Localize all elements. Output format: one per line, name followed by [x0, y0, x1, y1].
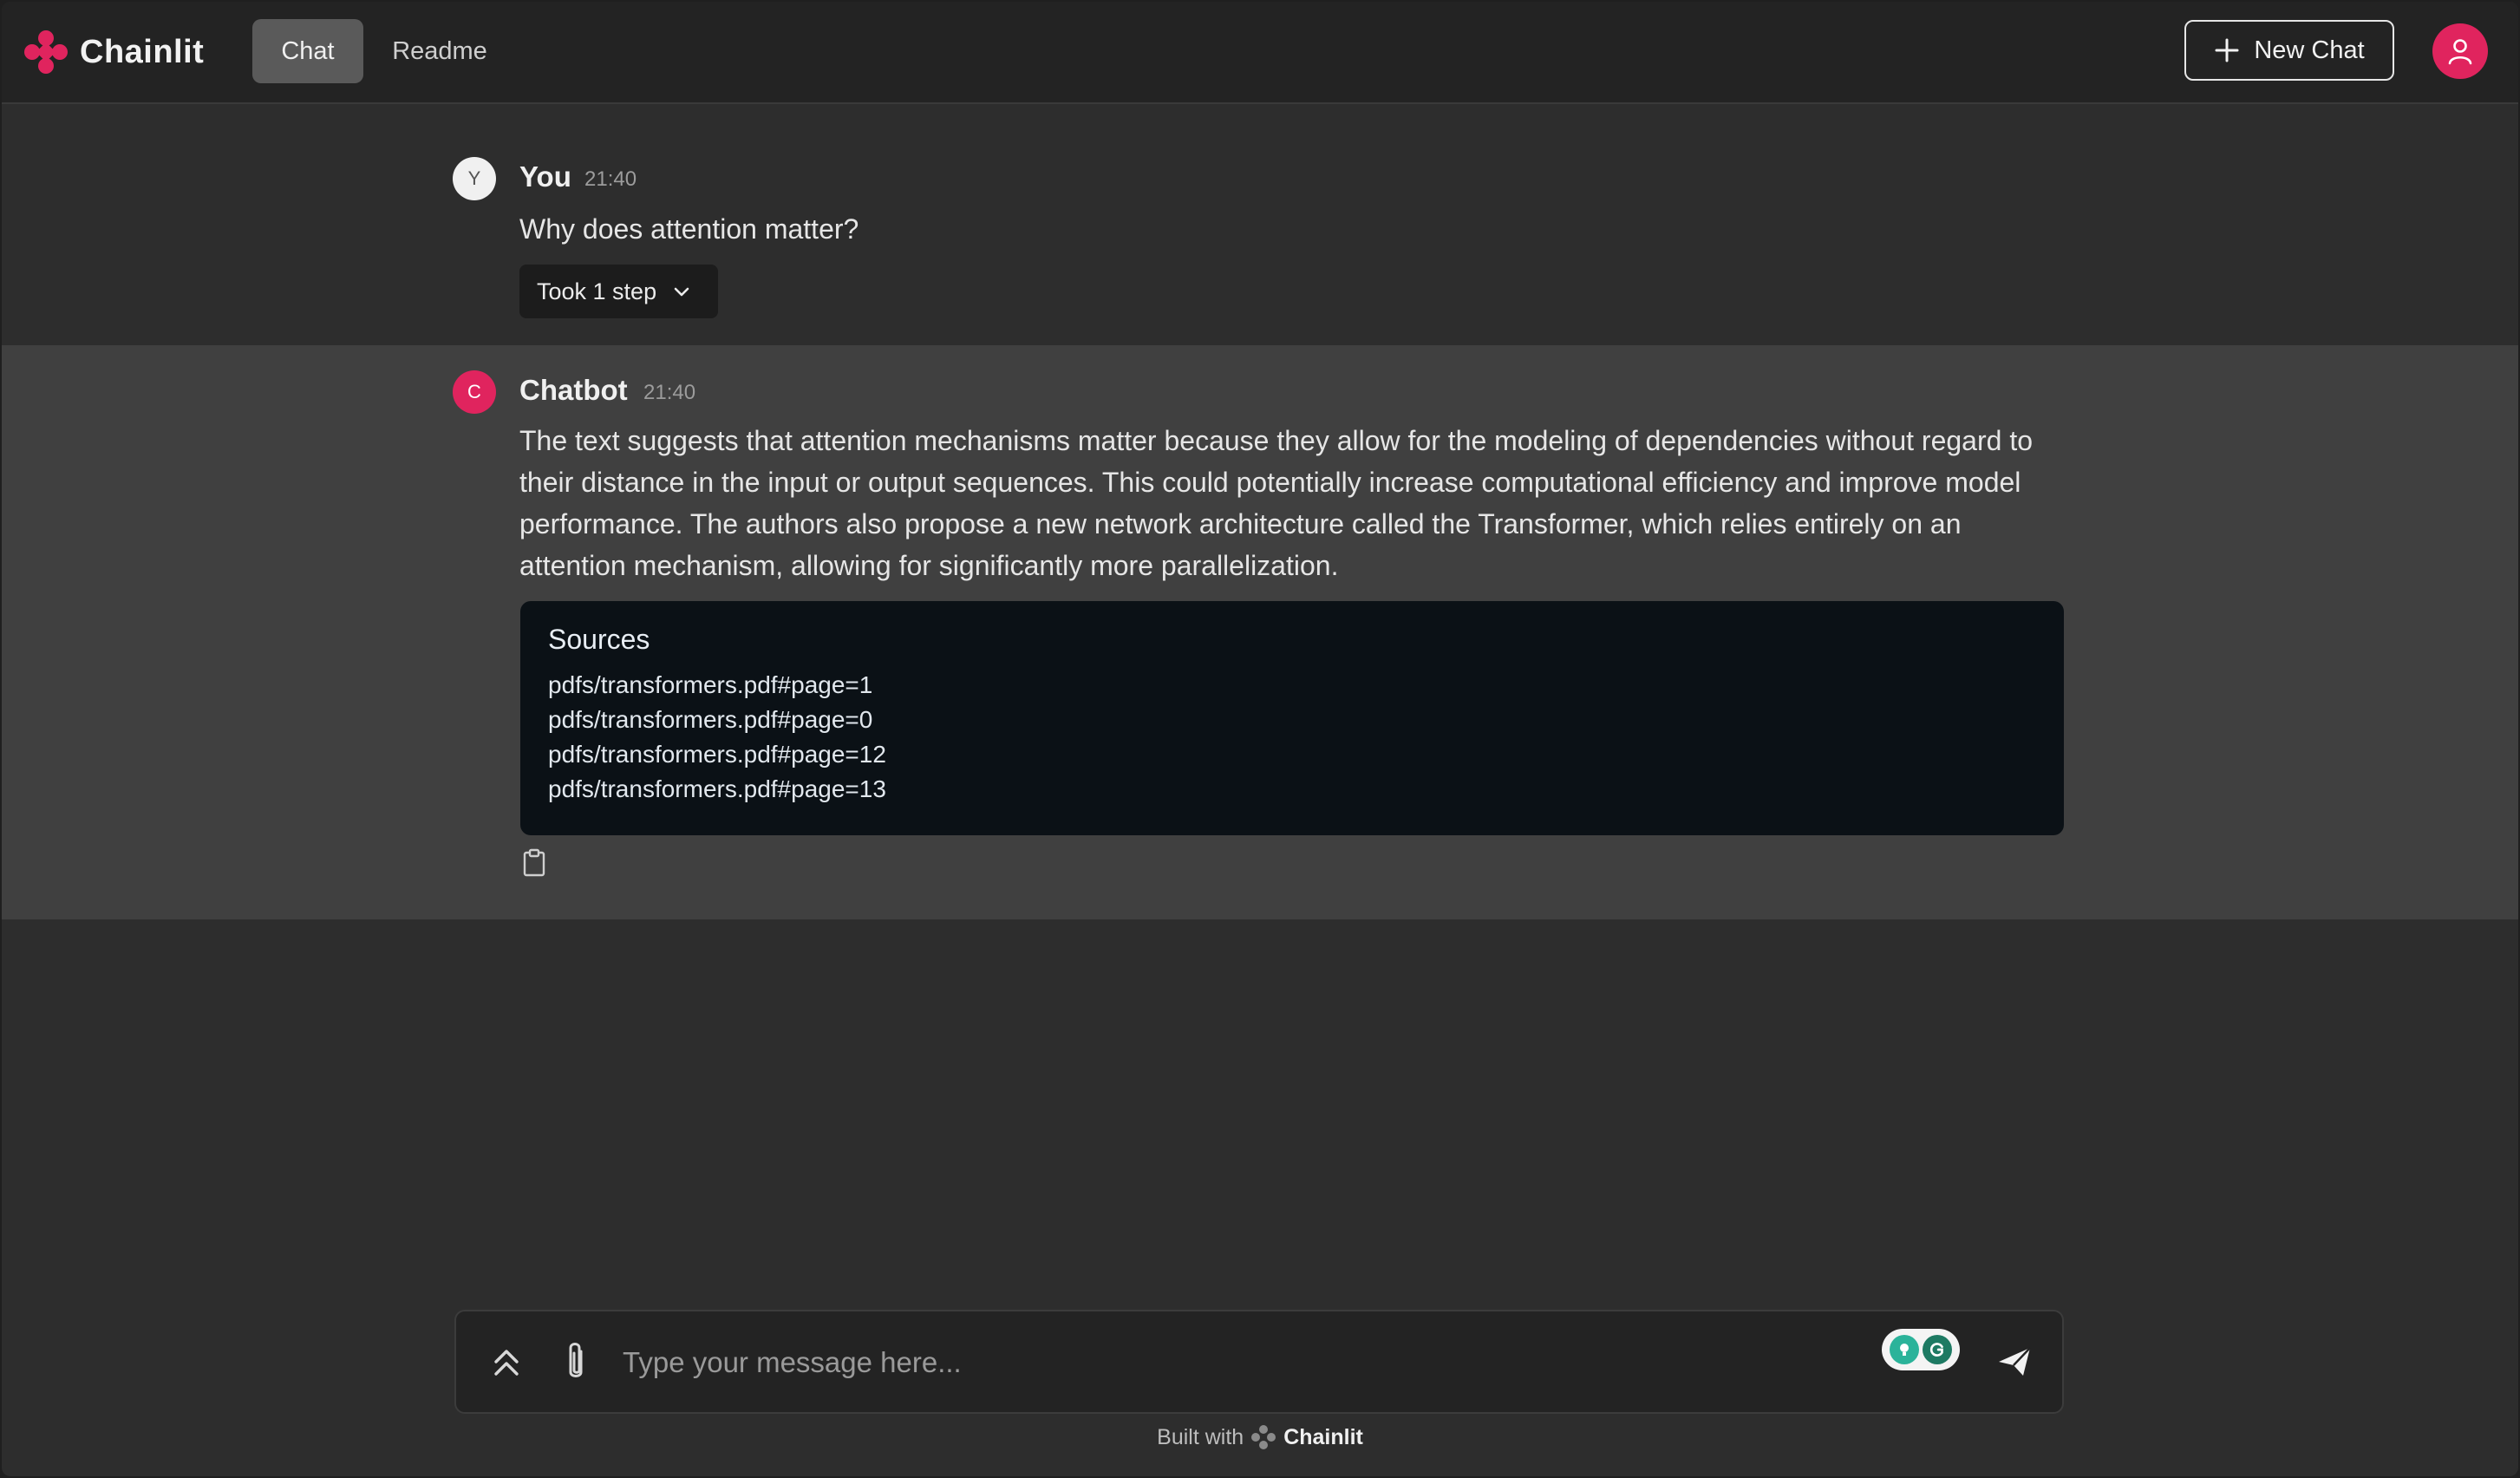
browser-extension-badge[interactable] [1882, 1329, 1960, 1370]
message-text: Why does attention matter? [519, 213, 859, 245]
new-chat-label: New Chat [2254, 36, 2365, 64]
message-author: Chatbot [519, 374, 628, 406]
plus-icon [2215, 38, 2239, 62]
top-bar: Chainlit Chat Readme New Chat [2, 2, 2518, 104]
chat-settings-button[interactable] [489, 1343, 524, 1381]
send-button[interactable] [1996, 1344, 2033, 1379]
send-icon [1999, 1347, 2031, 1376]
attach-file-button[interactable] [558, 1339, 593, 1384]
chainlit-logo-icon [24, 30, 68, 74]
grammarly-icon [1923, 1335, 1952, 1364]
user-menu-button[interactable] [2432, 23, 2488, 79]
step-toggle-button[interactable]: Took 1 step [519, 265, 718, 318]
built-with-text: Built with [1157, 1424, 1244, 1449]
step-label: Took 1 step [537, 278, 657, 304]
message-time: 21:40 [584, 167, 637, 191]
tab-readme[interactable]: Readme [376, 19, 503, 83]
user-icon [2448, 39, 2472, 65]
source-link[interactable]: pdfs/transformers.pdf#page=0 [548, 703, 2036, 737]
footer: Built with Chainlit [2, 1424, 2518, 1450]
source-link[interactable]: pdfs/transformers.pdf#page=1 [548, 668, 2036, 703]
source-link[interactable]: pdfs/transformers.pdf#page=12 [548, 737, 2036, 772]
avatar: C [453, 370, 496, 414]
double-chevron-up-icon [494, 1350, 519, 1376]
footer-brand-link[interactable]: Chainlit [1283, 1425, 1363, 1450]
sources-title: Sources [548, 624, 650, 655]
sources-panel: Sources pdfs/transformers.pdf#page=1 pdf… [520, 601, 2064, 835]
message-author: You [519, 160, 571, 193]
lightbulb-icon [1890, 1335, 1919, 1364]
app-window: Chainlit Chat Readme New Chat Y You 21:4… [2, 2, 2518, 1476]
app-logo[interactable]: Chainlit [23, 26, 204, 78]
chainlit-logo-icon [1251, 1425, 1276, 1449]
tab-chat[interactable]: Chat [252, 19, 363, 83]
clipboard-icon[interactable] [522, 848, 546, 878]
paperclip-icon [569, 1343, 583, 1377]
new-chat-button[interactable]: New Chat [2184, 20, 2394, 81]
message-text: The text suggests that attention mechani… [519, 425, 2033, 581]
source-link[interactable]: pdfs/transformers.pdf#page=13 [548, 772, 2036, 807]
message-time: 21:40 [643, 381, 696, 404]
avatar: Y [453, 157, 496, 200]
message-composer [454, 1310, 2064, 1414]
message-input[interactable] [621, 1336, 1708, 1390]
app-name: Chainlit [80, 33, 205, 70]
user-message [2, 104, 2518, 345]
chevron-down-icon [674, 287, 689, 297]
